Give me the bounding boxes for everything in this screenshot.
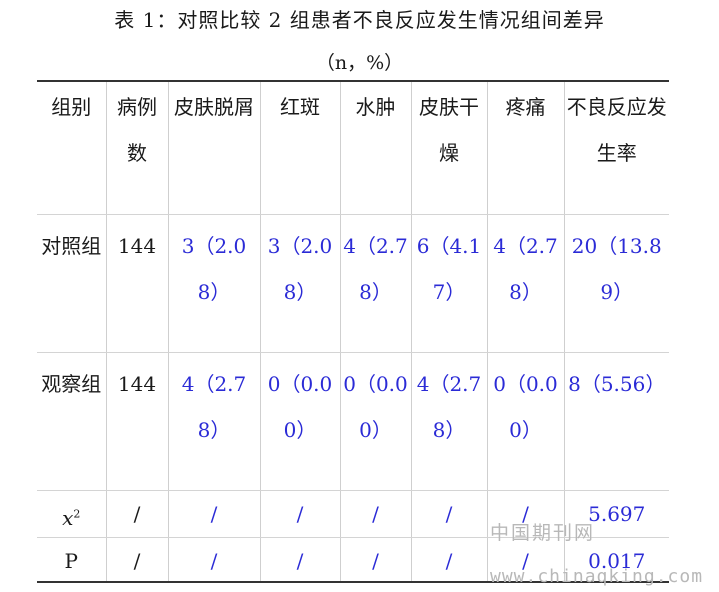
col-header-dry-skin: 皮肤干燥 [410, 81, 487, 215]
cell-cases: 144 [105, 352, 168, 491]
col-header-incidence: 不良反应发生率 [563, 81, 669, 215]
cell-value: 0（0.00） [259, 352, 340, 491]
chi-superscript: 2 [73, 507, 81, 520]
cell-value: 0（0.00） [339, 352, 411, 491]
cell-value: / [486, 537, 564, 583]
cell-value: 6（4.17） [410, 214, 487, 353]
cell-group: 对照组 [37, 214, 106, 353]
cell-value: / [339, 490, 411, 538]
cell-value: / [167, 490, 260, 538]
cell-cases: / [105, 537, 168, 583]
cell-value: 4（2.78） [486, 214, 564, 353]
col-header-cases: 病例数 [105, 81, 168, 215]
cell-value: 4（2.78） [410, 352, 487, 491]
chi-square-symbol: x2 [62, 506, 80, 530]
cell-value: / [259, 537, 340, 583]
cell-group: 观察组 [37, 352, 106, 491]
cell-value: / [410, 537, 487, 583]
cell-value: 4（2.78） [339, 214, 411, 353]
cell-p-label: P [37, 537, 106, 583]
col-header-pain: 疼痛 [486, 81, 564, 215]
cell-chi-label: x2 [37, 490, 106, 538]
cell-value: 0（0.00） [486, 352, 564, 491]
cell-value: 0.017 [563, 537, 669, 583]
col-header-edema: 水肿 [339, 81, 411, 215]
cell-cases: 144 [105, 214, 168, 353]
col-header-desquamation: 皮肤脱屑 [167, 81, 260, 215]
table-row-chi-square: x2 / / / / / / 5.697 [37, 490, 669, 538]
table-row-control: 对照组 144 3（2.08） 3（2.08） 4（2.78） 6（4.17） … [37, 214, 669, 353]
col-header-erythema: 红斑 [259, 81, 340, 215]
cell-value: 3（2.08） [167, 214, 260, 353]
cell-cases: / [105, 490, 168, 538]
cell-value: 5.697 [563, 490, 669, 538]
table-row-p-value: P / / / / / / 0.017 [37, 537, 669, 583]
cell-value: 8（5.56） [563, 352, 669, 491]
cell-value: / [259, 490, 340, 538]
adverse-reaction-table: 组别 病例数 皮肤脱屑 红斑 水肿 皮肤干燥 疼痛 不良反应发生率 对照组 14… [37, 80, 669, 583]
chi-letter: x [62, 505, 74, 530]
table-title: 表 1：对照比较 2 组患者不良反应发生情况组间差异 [114, 8, 605, 32]
cell-value: 3（2.08） [259, 214, 340, 353]
table-row-observation: 观察组 144 4（2.78） 0（0.00） 0（0.00） 4（2.78） … [37, 352, 669, 491]
table-subtitle: （n，%） [315, 52, 404, 74]
cell-value: / [410, 490, 487, 538]
col-header-group: 组别 [37, 81, 106, 215]
cell-value: / [167, 537, 260, 583]
cell-value: / [486, 490, 564, 538]
cell-value: 20（13.89） [563, 214, 669, 353]
cell-value: / [339, 537, 411, 583]
header-row: 组别 病例数 皮肤脱屑 红斑 水肿 皮肤干燥 疼痛 不良反应发生率 [37, 81, 669, 215]
cell-value: 4（2.78） [167, 352, 260, 491]
